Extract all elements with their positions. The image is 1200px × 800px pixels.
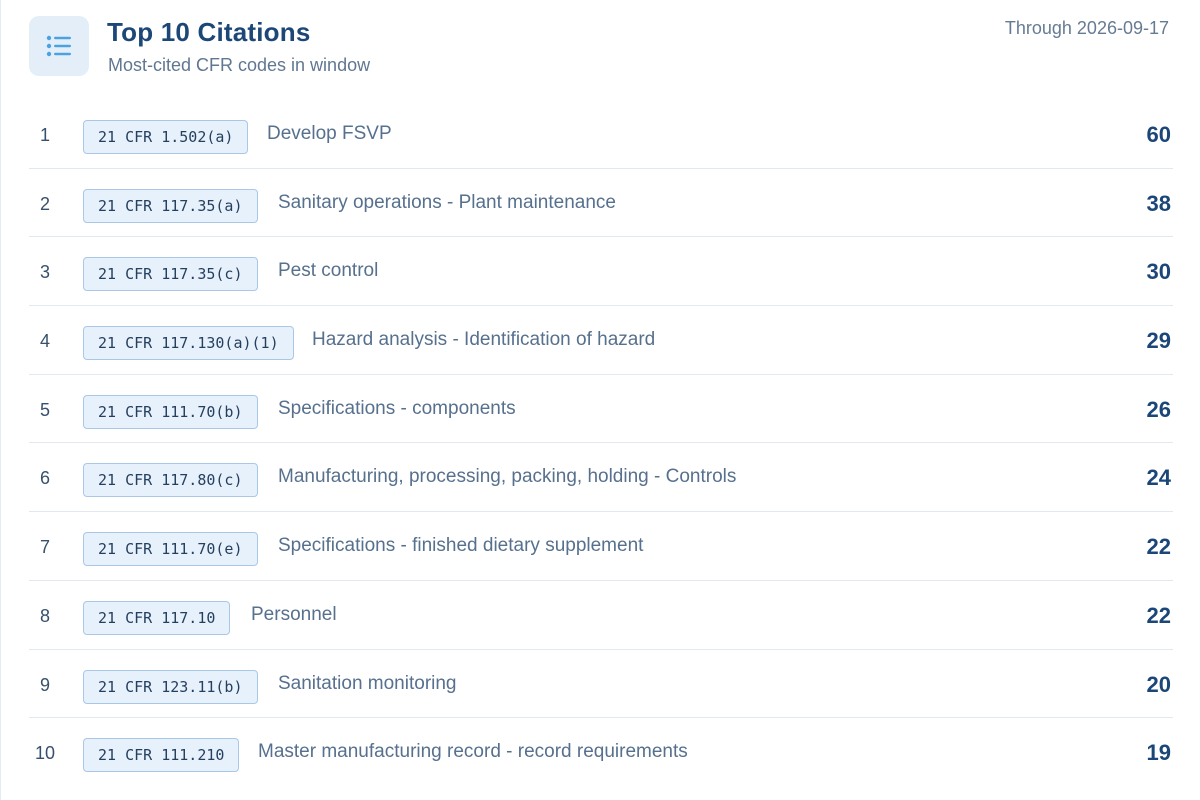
citation-rank: 4 [40,331,51,352]
citation-description: Personnel [251,603,337,625]
date-range-label: Through 2026-09-17 [1004,18,1169,38]
list-icon [29,16,89,76]
citation-description: Manufacturing, processing, packing, hold… [278,466,737,488]
citation-row[interactable]: 6 21 CFR 117.80(c) Manufacturing, proces… [29,443,1173,513]
citation-row[interactable]: 7 21 CFR 111.70(e) Specifications - fini… [29,512,1173,581]
citation-row[interactable]: 5 21 CFR 111.70(b) Specifications - comp… [29,375,1173,444]
citation-count: 60 [1146,122,1171,147]
citation-rank: 3 [40,262,51,283]
citation-rank: 1 [40,125,51,145]
citation-row[interactable]: 9 21 CFR 123.11(b) Sanitation monitoring… [29,650,1173,719]
cfr-code-badge: 21 CFR 1.502(a) [83,120,249,154]
citation-rank: 10 [35,743,56,764]
citation-description: Master manufacturing record - record req… [258,741,688,763]
citation-row[interactable]: 4 21 CFR 117.130(a)(1) Hazard analysis -… [29,306,1173,375]
cfr-code-badge: 21 CFR 111.210 [83,738,240,773]
citations-panel: Top 10 Citations Most-cited CFR codes in… [0,0,1200,800]
citation-count: 29 [1146,328,1171,354]
citation-count: 24 [1146,465,1171,491]
citation-row[interactable]: 2 21 CFR 117.35(a) Sanitary operations -… [29,169,1173,238]
citation-description: Sanitary operations - Plant maintenance [278,191,616,213]
cfr-code-badge: 21 CFR 117.80(c) [83,463,258,498]
citation-row[interactable]: 8 21 CFR 117.10 Personnel 22 [29,581,1173,650]
citation-description: Hazard analysis - Identification of haza… [312,329,656,351]
citation-row[interactable]: 10 21 CFR 111.210 Master manufacturing r… [29,718,1173,787]
panel-header: Top 10 Citations Most-cited CFR codes in… [1,0,1200,100]
citation-count: 19 [1146,740,1171,766]
citation-row[interactable]: 1 21 CFR 1.502(a) Develop FSVP 60 [29,100,1173,169]
cfr-code-badge: 21 CFR 111.70(b) [83,394,258,429]
citation-rank: 9 [40,674,51,695]
cfr-code-badge: 21 CFR 111.70(e) [83,532,258,567]
page-subtitle: Most-cited CFR codes in window [108,55,371,75]
page-title: Top 10 Citations [107,17,311,47]
citation-count: 30 [1146,259,1171,285]
citation-count: 38 [1146,190,1171,216]
citation-rank: 7 [40,537,51,558]
citation-description: Specifications - finished dietary supple… [278,535,644,557]
citation-rank: 8 [40,605,51,626]
cfr-code-badge: 21 CFR 123.11(b) [83,669,258,704]
citation-description: Develop FSVP [267,123,392,144]
citation-count: 26 [1146,396,1171,422]
citations-list: 1 21 CFR 1.502(a) Develop FSVP 60 2 21 C… [29,100,1173,787]
citation-description: Pest control [278,260,379,282]
citation-count: 22 [1146,534,1171,560]
citation-count: 20 [1146,671,1171,697]
citation-description: Specifications - components [278,397,516,419]
cfr-code-badge: 21 CFR 117.130(a)(1) [83,326,294,361]
cfr-code-badge: 21 CFR 117.10 [83,600,231,635]
citation-description: Sanitation monitoring [278,672,457,694]
citation-count: 22 [1146,602,1171,628]
citation-rank: 5 [40,399,51,420]
cfr-code-badge: 21 CFR 117.35(c) [83,257,258,292]
cfr-code-badge: 21 CFR 117.35(a) [83,188,258,223]
citation-rank: 6 [40,468,51,489]
citation-row[interactable]: 3 21 CFR 117.35(c) Pest control 30 [29,237,1173,307]
citation-rank: 2 [40,193,51,214]
